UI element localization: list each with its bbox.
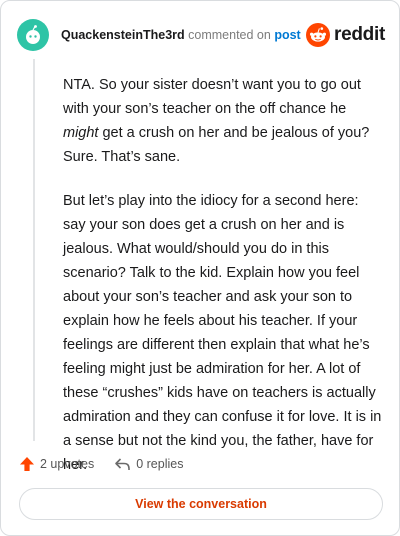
action-text: commented on [188, 28, 271, 42]
comment-paragraph-2: But let’s play into the idiocy for a sec… [63, 193, 382, 473]
comment-byline: QuackensteinThe3rd commented on post [61, 28, 301, 42]
snoo-avatar-icon[interactable] [17, 19, 49, 51]
username-link[interactable]: QuackensteinThe3rd [61, 28, 185, 42]
upvote-arrow-icon [20, 457, 34, 471]
reply-arrow-icon [115, 458, 131, 470]
comment-actions: 2 upvotes 0 replies [19, 453, 203, 475]
emphasis-text: might [63, 125, 99, 141]
thread-line [33, 59, 35, 441]
post-link[interactable]: post [274, 28, 300, 42]
embedded-comment-card: QuackensteinThe3rd commented on post red… [0, 0, 400, 536]
reply-count: 0 replies [136, 457, 184, 471]
comment-paragraph-1: NTA. So your sister doesn’t want you to … [63, 77, 370, 165]
reddit-logo[interactable]: reddit [306, 23, 385, 47]
comment-header: QuackensteinThe3rd commented on post red… [17, 17, 385, 53]
comment-body: NTA. So your sister doesn’t want you to … [63, 73, 385, 497]
reddit-wordmark: reddit [334, 24, 385, 45]
upvote-count: 2 upvotes [40, 457, 95, 471]
reply-button[interactable]: 0 replies [114, 456, 183, 472]
upvote-button[interactable]: 2 upvotes [19, 456, 94, 472]
reddit-snoo-icon [306, 23, 331, 47]
view-conversation-button[interactable]: View the conversation [19, 488, 383, 520]
